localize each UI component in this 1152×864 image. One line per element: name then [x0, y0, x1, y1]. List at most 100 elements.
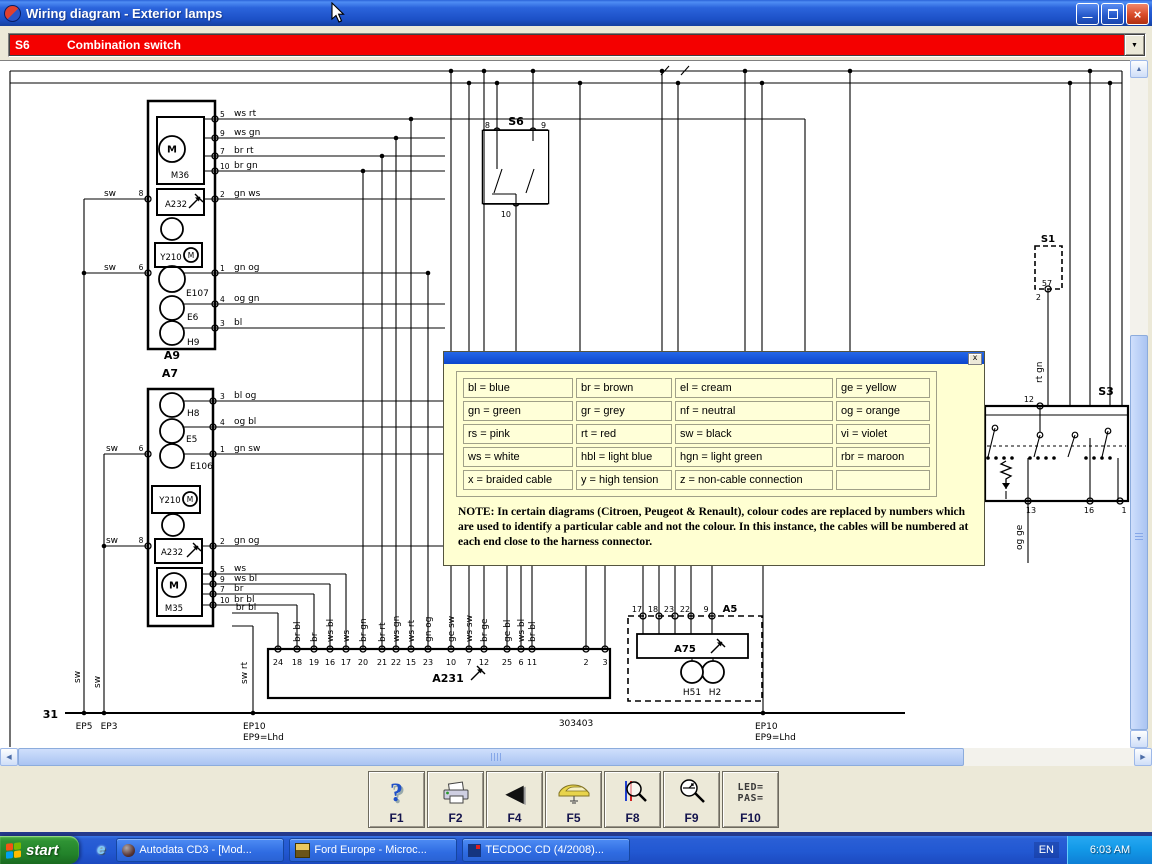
- taskbar: start e Autodata CD3 - [Mod... Ford Euro…: [0, 836, 1152, 864]
- colour-code-table-wrap: bl = bluebr = brownel = creamge = yellow…: [456, 371, 937, 497]
- wire-line: [988, 428, 995, 457]
- terminal-31: 31: [43, 708, 58, 721]
- task-button-tecdoc[interactable]: TECDOC CD (4/2008)...: [462, 838, 630, 862]
- motor-symbol: M: [169, 581, 179, 592]
- task-button-autodata[interactable]: Autodata CD3 - [Mod...: [116, 838, 284, 862]
- legend-cell: og = orange: [836, 401, 930, 421]
- wire-label: 11: [527, 658, 537, 667]
- component-combobox[interactable]: S6 Combination switch ▼: [8, 33, 1146, 57]
- f9-component-zoom-button[interactable]: F9: [663, 771, 720, 828]
- ground-ep9: EP9=Lhd: [243, 733, 284, 743]
- windows-flag-icon: [6, 842, 22, 859]
- wiring-diagram-canvas[interactable]: A9 M36 A232 Y210 E107 E6 H9 A7 H8 E5 E10…: [0, 60, 1130, 748]
- horizontal-scrollbar-thumb[interactable]: [18, 748, 964, 766]
- minimize-button[interactable]: —: [1076, 3, 1099, 25]
- wire-label: ws: [342, 630, 352, 642]
- lamp-symbol: [160, 444, 184, 468]
- f5-vehicle-button[interactable]: F5: [545, 771, 602, 828]
- f1-help-button[interactable]: ? F1: [368, 771, 425, 828]
- s3-pin1: 1: [1121, 506, 1126, 515]
- vertical-scrollbar-thumb[interactable]: [1130, 335, 1148, 730]
- toolbar-strip: ? F1 F2 ◀ F4: [0, 766, 1152, 832]
- s1-pin57: 57: [1042, 279, 1052, 288]
- e106-label: E106: [190, 462, 213, 472]
- ground-ep9b: EP9=Lhd: [755, 733, 796, 743]
- wire-sw-left2: sw: [93, 676, 103, 688]
- wire-label: 16: [325, 658, 335, 667]
- task-label: TECDOC CD (4/2008)...: [485, 844, 604, 856]
- legend-cell: ge = yellow: [836, 378, 930, 398]
- contact-dot: [1052, 456, 1056, 460]
- wire-label: 10: [220, 162, 230, 171]
- s3-pin13: 13: [1026, 506, 1036, 515]
- internet-explorer-icon[interactable]: e: [97, 841, 105, 858]
- lamp-symbol: [702, 661, 724, 683]
- wire-label: 15: [406, 658, 416, 667]
- y210b-label: Y210: [158, 496, 180, 506]
- system-tray-clock[interactable]: 6:03 AM: [1067, 836, 1152, 864]
- contact-dot: [1028, 456, 1032, 460]
- close-icon: x: [973, 353, 978, 362]
- wire-label: ws sw: [465, 615, 475, 642]
- a231-label: A231: [432, 672, 463, 685]
- m36-label: M36: [171, 171, 189, 181]
- language-indicator[interactable]: EN: [1034, 842, 1059, 858]
- horizontal-scrollbar[interactable]: ◀ ▶: [0, 748, 1152, 766]
- scroll-right-button[interactable]: ▶: [1134, 748, 1152, 766]
- a232b-label: A232: [161, 548, 183, 558]
- wire-sw-rt: sw rt: [240, 661, 250, 684]
- legend-cell: vi = violet: [836, 424, 930, 444]
- scroll-down-button[interactable]: ▼: [1130, 730, 1148, 748]
- f10-led-pas-button[interactable]: LED= PAS= F10: [722, 771, 779, 828]
- wire-label: 9: [703, 605, 708, 614]
- back-icon: ◀: [505, 779, 523, 808]
- wire-label: ge sw: [447, 616, 457, 642]
- contact-dot: [994, 456, 998, 460]
- legend-cell: rt = red: [576, 424, 672, 444]
- legend-cell: sw = black: [675, 424, 833, 444]
- wire-label: sw: [104, 263, 116, 273]
- f4-back-button[interactable]: ◀ F4: [486, 771, 543, 828]
- thumb-grip: [1135, 533, 1143, 541]
- help-icon: ?: [390, 778, 403, 808]
- wire-label: 21: [377, 658, 387, 667]
- wire-label: br gn: [359, 618, 369, 642]
- legend-cell: x = braided cable: [463, 470, 573, 490]
- wire-label: 7: [220, 147, 225, 156]
- lamp-symbol: [160, 419, 184, 443]
- wire-label: ws rt: [407, 619, 417, 642]
- window-title: Wiring diagram - Exterior lamps: [26, 6, 222, 21]
- combobox-dropdown-button[interactable]: ▼: [1124, 34, 1145, 56]
- task-button-ford[interactable]: Ford Europe - Microc...: [289, 838, 457, 862]
- legend-cell: hbl = light blue: [576, 447, 672, 467]
- popup-close-button[interactable]: x: [968, 353, 982, 365]
- selected-component[interactable]: S6 Combination switch: [9, 34, 1124, 56]
- start-button[interactable]: start: [0, 836, 79, 864]
- f2-print-button[interactable]: F2: [427, 771, 484, 828]
- wire-label: 6: [139, 263, 144, 272]
- ground-ep3: EP3: [101, 722, 118, 732]
- chevron-down-icon: ▼: [1131, 42, 1138, 49]
- restore-button[interactable]: [1101, 3, 1124, 25]
- popup-titlebar[interactable]: x: [444, 352, 984, 364]
- scroll-up-button[interactable]: ▲: [1130, 60, 1148, 78]
- f8-wiring-zoom-button[interactable]: F8: [604, 771, 661, 828]
- led-pas-icon: LED= PAS=: [737, 782, 763, 805]
- title-bar: Wiring diagram - Exterior lamps — ×: [0, 0, 1152, 26]
- vertical-scrollbar[interactable]: ▲ ▼: [1130, 60, 1148, 748]
- screen: { "window": { "title": "Wiring diagram -…: [0, 0, 1152, 864]
- ground-ep10b: EP10: [755, 722, 778, 732]
- scroll-left-button[interactable]: ◀: [0, 748, 18, 766]
- wire-line: [1102, 431, 1108, 457]
- contact-dot: [1084, 456, 1088, 460]
- legend-cell: rs = pink: [463, 424, 573, 444]
- colour-code-note: NOTE: In certain diagrams (Citroen, Peug…: [458, 505, 970, 551]
- ford-app-icon: [295, 843, 310, 858]
- close-button[interactable]: ×: [1126, 3, 1149, 25]
- motor-symbol: M: [167, 145, 177, 156]
- contact-dot: [1092, 456, 1096, 460]
- wire-label: 7: [220, 585, 225, 594]
- wire-label: sw: [104, 189, 116, 199]
- wire-label: gn ws: [234, 189, 261, 199]
- mouse-cursor: [331, 2, 347, 24]
